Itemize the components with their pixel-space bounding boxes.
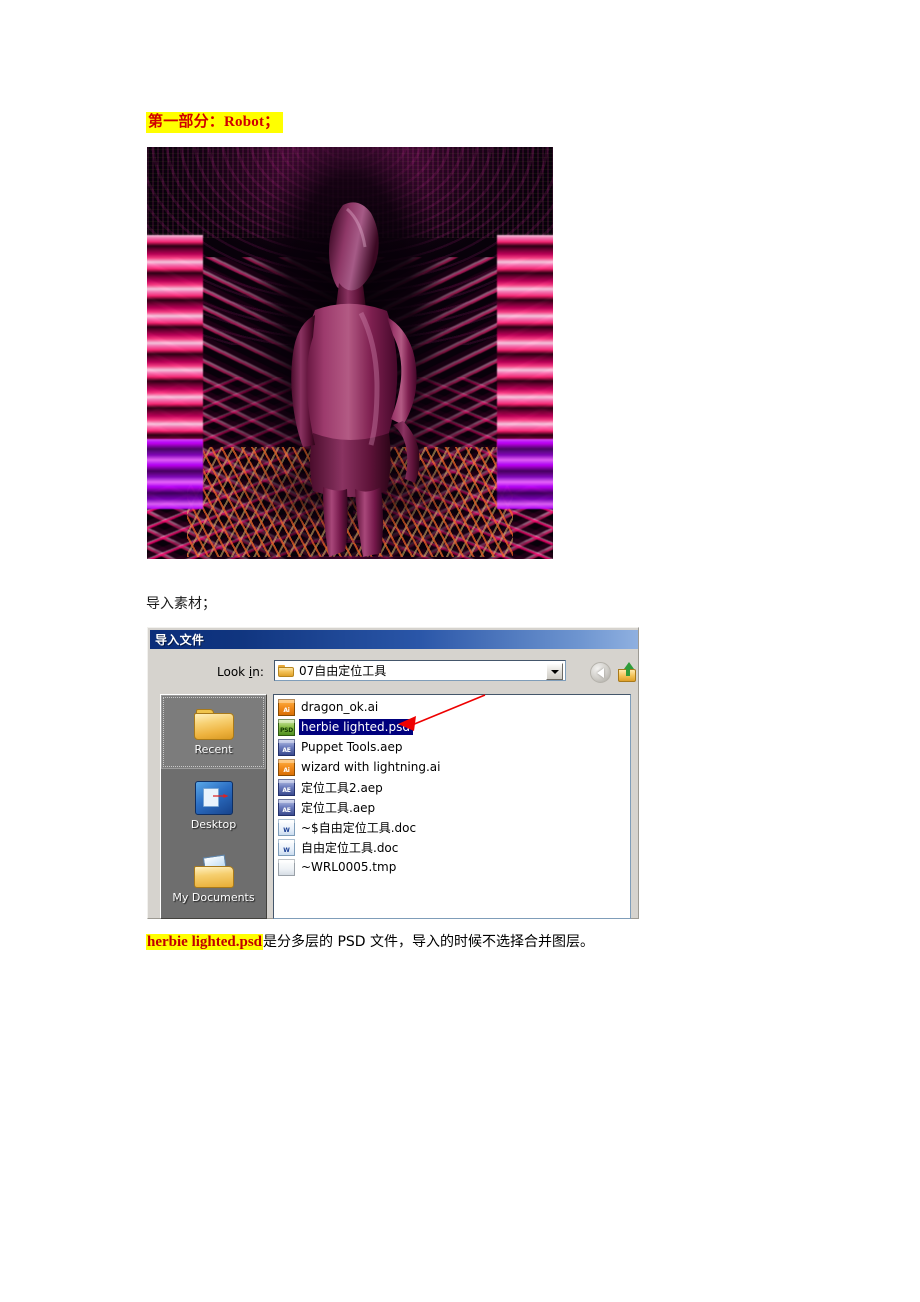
dialog-title: 导入文件: [155, 633, 205, 647]
after-effects-file-icon: AE: [278, 738, 295, 756]
back-arrow-icon[interactable]: [590, 662, 611, 683]
file-name: wizard with lightning.ai: [301, 760, 441, 774]
page-title: 第一部分：Robot；: [146, 112, 284, 133]
word-document-icon: W: [278, 838, 295, 856]
dialog-titlebar: 导入文件: [150, 630, 638, 649]
look-in-value: 07自由定位工具: [299, 664, 387, 678]
folder-icon: [278, 664, 294, 677]
psd-caption-text: 是分多层的 PSD 文件，导入的时候不选择合并图层。: [263, 934, 595, 950]
place-desktop[interactable]: Desktop: [161, 769, 266, 843]
file-name: dragon_ok.ai: [301, 700, 379, 714]
place-label: My Documents: [172, 891, 255, 904]
file-list-item[interactable]: ~WRL0005.tmp: [276, 857, 630, 877]
illustrator-file-icon: Ai: [278, 698, 295, 716]
illustrator-file-icon: Ai: [278, 758, 295, 776]
word-document-icon: W: [278, 818, 295, 836]
file-list[interactable]: Ai dragon_ok.ai PSD herbie lighted.psd A…: [273, 694, 631, 919]
look-in-label: Look in:: [217, 665, 264, 679]
robot-artwork-image: [147, 147, 553, 559]
import-file-dialog: 导入文件 Look in: 07自由定位工具 Recent Desktop My…: [147, 627, 639, 919]
look-in-row: Look in: 07自由定位工具: [148, 658, 640, 688]
recent-folder-icon: [193, 708, 234, 740]
after-effects-file-icon: AE: [278, 778, 295, 796]
chevron-down-icon[interactable]: [546, 663, 563, 680]
file-list-item[interactable]: Ai wizard with lightning.ai: [276, 757, 630, 777]
file-list-item-selected[interactable]: PSD herbie lighted.psd: [276, 717, 630, 737]
document-page: 第一部分：Robot； 导入素材； 导入文件 Look in: 07自由定位工具…: [0, 0, 920, 1302]
psd-caption: herbie lighted.psd是分多层的 PSD 文件，导入的时候不选择合…: [146, 932, 594, 952]
up-one-level-icon[interactable]: [618, 662, 639, 682]
file-name: herbie lighted.psd: [299, 719, 413, 735]
file-list-item[interactable]: AE Puppet Tools.aep: [276, 737, 630, 757]
robot-figure: [291, 202, 420, 557]
file-name: Puppet Tools.aep: [301, 740, 403, 754]
file-name: 定位工具.aep: [301, 800, 376, 815]
file-list-item[interactable]: AE 定位工具2.aep: [276, 777, 630, 797]
file-list-item[interactable]: W ~$自由定位工具.doc: [276, 817, 630, 837]
file-name: ~$自由定位工具.doc: [301, 820, 417, 835]
temp-file-icon: [278, 858, 295, 876]
file-name: 自由定位工具.doc: [301, 840, 399, 855]
photoshop-file-icon: PSD: [278, 718, 295, 736]
my-documents-icon: [193, 854, 234, 888]
file-name: ~WRL0005.tmp: [301, 860, 397, 874]
place-label: Recent: [194, 742, 233, 756]
file-list-item[interactable]: AE 定位工具.aep: [276, 797, 630, 817]
file-list-item[interactable]: W 自由定位工具.doc: [276, 837, 630, 857]
psd-caption-highlight: herbie lighted.psd: [146, 934, 264, 950]
desktop-icon: [194, 781, 233, 815]
place-my-documents[interactable]: My Documents: [161, 843, 266, 917]
after-effects-file-icon: AE: [278, 798, 295, 816]
places-bar: Recent Desktop My Documents: [160, 694, 267, 919]
file-list-item[interactable]: Ai dragon_ok.ai: [276, 697, 630, 717]
look-in-combobox[interactable]: 07自由定位工具: [274, 660, 566, 681]
place-label: Desktop: [190, 818, 237, 831]
place-recent[interactable]: Recent: [161, 695, 266, 769]
import-material-caption: 导入素材；: [146, 596, 216, 612]
file-name: 定位工具2.aep: [301, 780, 383, 795]
